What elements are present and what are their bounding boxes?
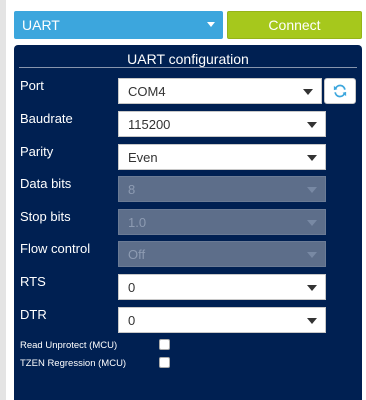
data-bits-label: Data bits (20, 176, 72, 191)
dtr-label: DTR (20, 307, 47, 322)
tzen-regression-checkbox[interactable] (159, 357, 170, 368)
connection-type-select[interactable]: UART (14, 11, 223, 39)
stop-bits-label: Stop bits (20, 209, 71, 224)
panel-divider (19, 67, 357, 68)
read-unprotect-checkbox[interactable] (159, 339, 170, 350)
chevron-down-icon (307, 187, 317, 193)
stop-bits-value: 1.0 (128, 214, 147, 230)
chevron-down-icon (307, 252, 317, 258)
chevron-down-icon (307, 220, 317, 226)
rts-value: 0 (128, 279, 136, 295)
stop-bits-select: 1.0 (118, 209, 326, 235)
rts-select[interactable]: 0 (118, 274, 326, 300)
data-bits-value: 8 (128, 181, 136, 197)
parity-label: Parity (20, 144, 54, 159)
chevron-down-icon (307, 122, 317, 128)
data-bits-select: 8 (118, 176, 326, 202)
read-unprotect-label: Read Unprotect (MCU) (20, 340, 118, 351)
left-edge-border (0, 0, 6, 400)
baudrate-value: 115200 (128, 116, 171, 132)
uart-configuration-panel: UART configuration Port COM4 Baudrate 11… (14, 45, 362, 400)
port-value: COM4 (128, 83, 166, 99)
chevron-down-icon (307, 285, 317, 291)
panel-title: UART configuration (127, 51, 249, 67)
flow-control-value: Off (128, 246, 146, 262)
connection-toolbar: UART Connect (14, 11, 362, 39)
parity-select[interactable]: Even (118, 144, 326, 170)
baudrate-label: Baudrate (20, 111, 73, 126)
rts-label: RTS (20, 274, 46, 289)
port-select[interactable]: COM4 (118, 78, 322, 104)
chevron-down-icon (307, 318, 317, 324)
refresh-icon (333, 84, 347, 98)
chevron-down-icon (303, 89, 313, 95)
connection-type-value: UART (22, 17, 60, 33)
port-label: Port (20, 78, 44, 93)
chevron-down-icon (207, 22, 215, 27)
dtr-value: 0 (128, 312, 136, 328)
parity-value: Even (128, 149, 158, 165)
connect-button[interactable]: Connect (227, 11, 362, 39)
tzen-regression-label: TZEN Regression (MCU) (20, 358, 127, 369)
chevron-down-icon (307, 155, 317, 161)
baudrate-select[interactable]: 115200 (118, 111, 326, 137)
flow-control-label: Flow control (20, 241, 91, 256)
dtr-select[interactable]: 0 (118, 307, 326, 333)
refresh-ports-button[interactable] (324, 78, 356, 104)
flow-control-select: Off (118, 241, 326, 267)
